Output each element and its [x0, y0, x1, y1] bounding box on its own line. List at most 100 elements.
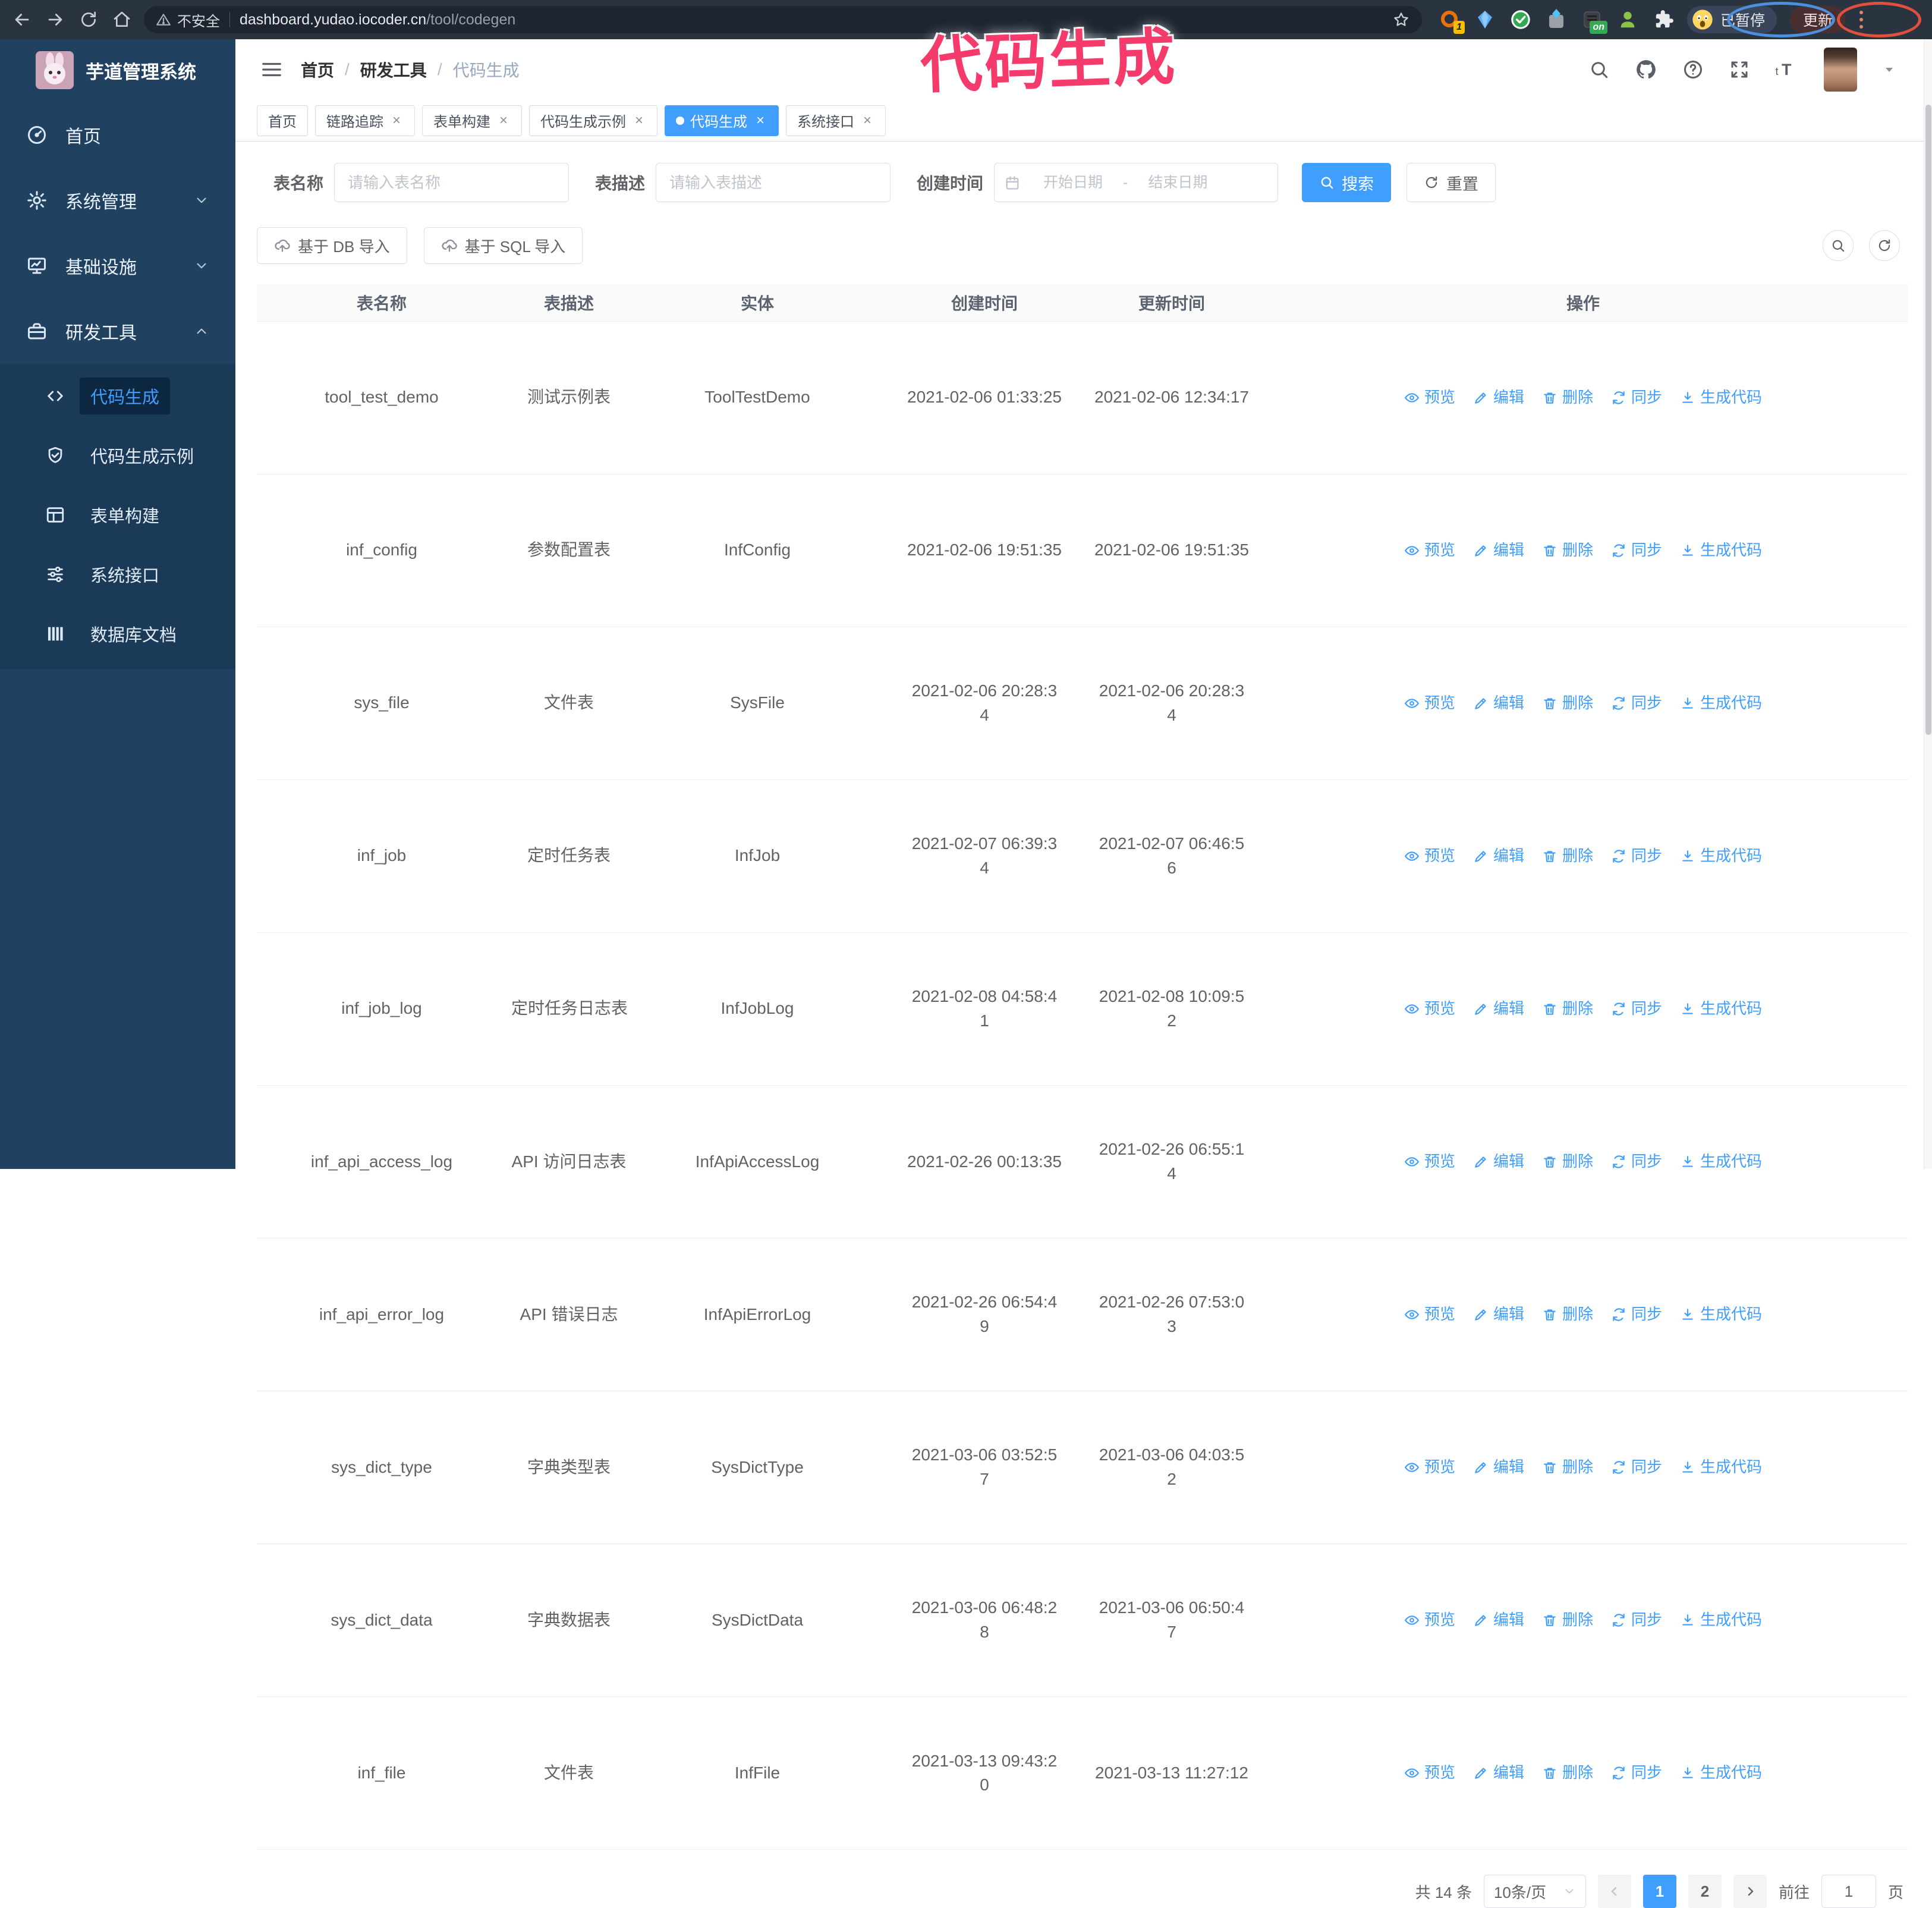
search-button[interactable]: 搜索: [1302, 163, 1392, 202]
sidebar-item-code-generation[interactable]: 代码生成: [0, 366, 235, 426]
generate-code-link[interactable]: 生成代码: [1680, 1303, 1762, 1326]
sync-link[interactable]: 同步: [1611, 386, 1662, 409]
sidebar-item-infrastructure[interactable]: 基础设施: [0, 233, 235, 298]
tab-code-generation[interactable]: 代码生成 ×: [665, 105, 779, 136]
generate-code-link[interactable]: 生成代码: [1680, 1609, 1762, 1632]
breadcrumb-dev-tools[interactable]: 研发工具: [360, 58, 427, 81]
orange-extension-icon[interactable]: 1: [1436, 7, 1465, 34]
preview-link[interactable]: 预览: [1404, 539, 1455, 562]
sync-link[interactable]: 同步: [1611, 1609, 1662, 1632]
preview-link[interactable]: 预览: [1404, 1151, 1455, 1173]
generate-code-link[interactable]: 生成代码: [1680, 386, 1762, 409]
sync-link[interactable]: 同步: [1611, 1456, 1662, 1479]
home-icon[interactable]: [108, 6, 136, 33]
edit-link[interactable]: 编辑: [1473, 539, 1524, 562]
preview-link[interactable]: 预览: [1404, 1609, 1455, 1632]
import-db-button[interactable]: 基于 DB 导入: [257, 227, 407, 264]
edit-link[interactable]: 编辑: [1473, 845, 1524, 867]
chevron-down-icon[interactable]: [1882, 62, 1896, 77]
sync-link[interactable]: 同步: [1611, 845, 1662, 867]
hamburger-icon[interactable]: [260, 58, 283, 81]
sync-link[interactable]: 同步: [1611, 1303, 1662, 1326]
scrollbar[interactable]: [1924, 39, 1932, 1169]
generate-code-link[interactable]: 生成代码: [1680, 692, 1762, 715]
sync-link[interactable]: 同步: [1611, 1151, 1662, 1173]
edit-link[interactable]: 编辑: [1473, 1303, 1524, 1326]
user-avatar[interactable]: [1824, 48, 1857, 92]
green-key-extension-icon[interactable]: [1615, 7, 1641, 33]
delete-link[interactable]: 删除: [1542, 1456, 1593, 1479]
table-name-input[interactable]: [334, 163, 569, 202]
sidebar-item-form-builder[interactable]: 表单构建: [0, 485, 235, 545]
next-page-button[interactable]: [1733, 1875, 1767, 1908]
table-desc-input[interactable]: [656, 163, 891, 202]
page-size-select[interactable]: 10条/页: [1483, 1875, 1586, 1908]
puzzle-extensions-icon[interactable]: [1650, 7, 1676, 33]
page-button-2[interactable]: 2: [1688, 1875, 1722, 1908]
generate-code-link[interactable]: 生成代码: [1680, 1151, 1762, 1173]
forward-icon[interactable]: [42, 6, 69, 33]
scrollbar-thumb[interactable]: [1925, 105, 1931, 735]
preview-link[interactable]: 预览: [1404, 692, 1455, 715]
edit-link[interactable]: 编辑: [1473, 998, 1524, 1020]
reset-button[interactable]: 重置: [1406, 163, 1496, 202]
delete-link[interactable]: 删除: [1542, 1762, 1593, 1784]
dark-extension-icon[interactable]: on: [1579, 7, 1607, 34]
preview-link[interactable]: 预览: [1404, 386, 1455, 409]
close-icon[interactable]: ×: [860, 113, 874, 128]
delete-link[interactable]: 删除: [1542, 539, 1593, 562]
date-range-picker[interactable]: -: [994, 163, 1279, 202]
preview-link[interactable]: 预览: [1404, 1456, 1455, 1479]
delete-link[interactable]: 删除: [1542, 998, 1593, 1020]
generate-code-link[interactable]: 生成代码: [1680, 539, 1762, 562]
address-bar[interactable]: 不安全 dashboard.yudao.iocoder.cn/tool/code…: [144, 6, 1422, 33]
preview-link[interactable]: 预览: [1404, 845, 1455, 867]
breadcrumb-home[interactable]: 首页: [301, 58, 334, 81]
end-date-input[interactable]: [1130, 174, 1226, 191]
edit-link[interactable]: 编辑: [1473, 1151, 1524, 1173]
tab-home[interactable]: 首页: [257, 105, 308, 136]
search-icon[interactable]: [1588, 59, 1610, 80]
sync-link[interactable]: 同步: [1611, 998, 1662, 1020]
delete-link[interactable]: 删除: [1542, 692, 1593, 715]
preview-link[interactable]: 预览: [1404, 1762, 1455, 1784]
help-icon[interactable]: [1682, 59, 1704, 80]
edit-link[interactable]: 编辑: [1473, 1762, 1524, 1784]
import-sql-button[interactable]: 基于 SQL 导入: [423, 227, 583, 264]
security-label[interactable]: 不安全: [177, 10, 220, 30]
goto-page-input[interactable]: [1821, 1875, 1876, 1908]
toggle-search-icon[interactable]: [1823, 230, 1854, 261]
sync-link[interactable]: 同步: [1611, 692, 1662, 715]
fullscreen-icon[interactable]: [1729, 59, 1750, 80]
font-size-icon[interactable]: tT: [1775, 59, 1799, 80]
bookmark-star-icon[interactable]: [1392, 11, 1410, 29]
close-icon[interactable]: ×: [753, 113, 767, 128]
generate-code-link[interactable]: 生成代码: [1680, 998, 1762, 1020]
gray-card-extension-icon[interactable]: [1543, 7, 1569, 33]
refresh-icon[interactable]: [1869, 230, 1900, 261]
edit-link[interactable]: 编辑: [1473, 1609, 1524, 1632]
sidebar-item-home[interactable]: 首页: [0, 102, 235, 168]
edit-link[interactable]: 编辑: [1473, 692, 1524, 715]
app-logo-row[interactable]: 芋道管理系统: [0, 39, 235, 102]
url-text[interactable]: dashboard.yudao.iocoder.cn/tool/codegen: [240, 11, 515, 29]
sync-link[interactable]: 同步: [1611, 539, 1662, 562]
sync-link[interactable]: 同步: [1611, 1762, 1662, 1784]
close-icon[interactable]: ×: [389, 113, 404, 128]
start-date-input[interactable]: [1025, 174, 1121, 191]
reload-icon[interactable]: [75, 6, 102, 33]
delete-link[interactable]: 删除: [1542, 1303, 1593, 1326]
tab-tracing[interactable]: 链路追踪 ×: [315, 105, 415, 136]
github-icon[interactable]: [1635, 58, 1657, 81]
edit-link[interactable]: 编辑: [1473, 1456, 1524, 1479]
back-icon[interactable]: [8, 6, 36, 33]
preview-link[interactable]: 预览: [1404, 1303, 1455, 1326]
green-check-extension-icon[interactable]: [1508, 7, 1534, 33]
generate-code-link[interactable]: 生成代码: [1680, 1762, 1762, 1784]
preview-link[interactable]: 预览: [1404, 998, 1455, 1020]
sidebar-item-dev-tools[interactable]: 研发工具: [0, 298, 235, 364]
close-icon[interactable]: ×: [632, 113, 646, 128]
generate-code-link[interactable]: 生成代码: [1680, 1456, 1762, 1479]
sidebar-item-database-docs[interactable]: 数据库文档: [0, 604, 235, 664]
delete-link[interactable]: 删除: [1542, 1609, 1593, 1632]
